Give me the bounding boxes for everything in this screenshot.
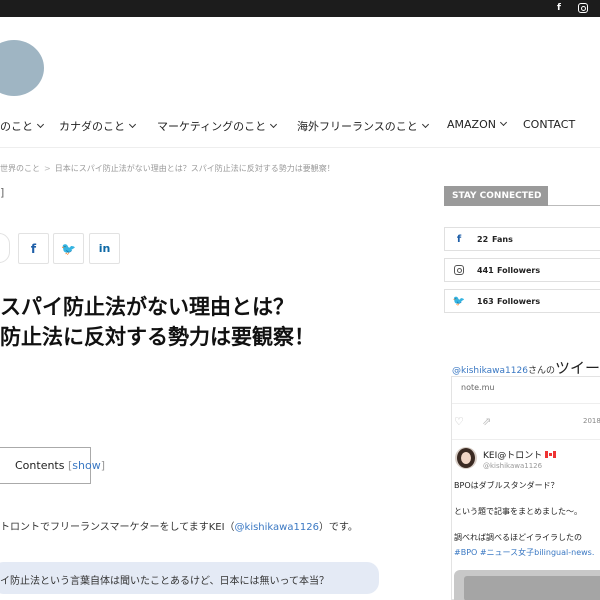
title-line-1: スパイ防止法がない理由とは？ xyxy=(0,295,294,319)
tweet-user-name[interactable]: KEI@トロント xyxy=(483,448,557,461)
chevron-down-icon xyxy=(499,118,508,127)
twitter-share-button[interactable]: 🐦 xyxy=(53,233,84,264)
nav-item-world[interactable]: のこと xyxy=(0,118,45,134)
heart-icon[interactable]: ♡ xyxy=(454,415,464,428)
twitter-timeline[interactable]: note.mu ♡ ⇗ 2018 KEI@トロント @kishikawa1126… xyxy=(451,376,600,600)
share-count-button[interactable] xyxy=(0,233,10,263)
breadcrumb-item[interactable]: 世界のこと xyxy=(0,164,40,173)
intro-text: トロントでフリーランスマーケターをしてますKEI（ xyxy=(0,522,235,533)
breadcrumb-current: 日本にスパイ防止法がない理由とは？スパイ防止法に反対する勢力は要観察！ xyxy=(54,164,335,173)
avatar[interactable] xyxy=(455,447,477,469)
facebook-fans-row[interactable]: f 22 Fans xyxy=(444,227,600,251)
chevron-down-icon xyxy=(128,120,137,129)
site-logo[interactable] xyxy=(0,40,44,96)
nav-item-label: マーケティングのこと xyxy=(157,120,267,133)
linkedin-icon: in xyxy=(98,242,111,255)
share-icon[interactable]: ⇗ xyxy=(482,415,491,428)
heading-rule xyxy=(548,205,600,206)
followers-label: Followers xyxy=(497,266,541,275)
speech-bubble-text: イ防止法という言葉自体は聞いたことあるけど、日本には無いって本当？ xyxy=(0,576,329,587)
intro-text-end: ）です。 xyxy=(318,522,358,533)
tweet-hashtags[interactable]: #BPO #ニュース女子bilingual-news. xyxy=(454,547,594,558)
tweet-line: BPOはダブルスタンダード？ xyxy=(454,481,559,490)
twitter-widget-handle[interactable]: @kishikawa1126 xyxy=(452,366,528,376)
main-nav: のこと カナダのこと マーケティングのこと 海外フリーランスのこと AMAZON… xyxy=(0,118,600,138)
chevron-down-icon xyxy=(270,120,278,129)
tweet-user-handle[interactable]: @kishikawa1126 xyxy=(483,462,542,470)
tweet-media-image[interactable] xyxy=(454,570,600,600)
tweet-divider xyxy=(452,439,600,440)
instagram-icon[interactable] xyxy=(577,2,589,14)
twitter-icon: 🐦 xyxy=(61,241,76,256)
speech-bubble: イ防止法という言葉自体は聞いたことあるけど、日本には無いって本当？ xyxy=(0,562,379,594)
twitter-followers-row[interactable]: 🐦 163 Followers xyxy=(444,289,600,313)
facebook-icon: f xyxy=(30,241,37,256)
table-of-contents: Contents [show] xyxy=(0,447,105,484)
facebook-icon[interactable]: f xyxy=(553,2,565,14)
chevron-down-icon xyxy=(36,120,45,129)
tweet-card-link[interactable]: note.mu xyxy=(461,383,494,392)
tweet-line: という題で記事をまとめました〜。 xyxy=(454,507,582,516)
nav-item-label: CONTACT xyxy=(523,118,576,131)
fans-count: 22 xyxy=(477,235,489,244)
fans-label: Fans xyxy=(492,235,513,244)
nav-item-label: のこと xyxy=(0,120,33,133)
followers-label: Followers xyxy=(497,297,541,306)
facebook-share-button[interactable]: f xyxy=(18,233,49,264)
nav-item-label: 海外フリーランスのこと xyxy=(297,120,418,133)
twitter-handle-link[interactable]: @kishikawa1126 xyxy=(235,522,319,533)
canada-flag-icon xyxy=(545,451,557,458)
twitter-count: 163 xyxy=(477,297,494,306)
nav-item-label: カナダのこと xyxy=(59,120,125,133)
linkedin-share-button[interactable]: in xyxy=(89,233,120,264)
toc-label: Contents xyxy=(15,459,65,472)
facebook-icon: f xyxy=(456,233,462,245)
nav-divider xyxy=(0,147,600,148)
instagram-followers-row[interactable]: 441 Followers xyxy=(444,258,600,282)
twitter-icon: 🐦 xyxy=(452,295,466,307)
twitter-widget-heading: ツイー xyxy=(554,359,600,377)
intro-paragraph: トロントでフリーランスマーケターをしてますKEI（@kishikawa1126）… xyxy=(0,518,358,533)
breadcrumb-separator: > xyxy=(44,164,51,173)
instagram-icon xyxy=(453,264,465,276)
breadcrumb: 世界のこと > 日本にスパイ防止法がない理由とは？スパイ防止法に反対する勢力は要観察… xyxy=(0,163,335,174)
category-fragment: ] xyxy=(0,186,5,199)
twitter-widget-suffix: さんの xyxy=(527,366,555,376)
tweet-line: 調べれば調べるほどイライラしたの xyxy=(454,533,582,542)
nav-item-marketing[interactable]: マーケティングのこと xyxy=(157,118,278,134)
nav-item-label: AMAZON xyxy=(447,118,496,131)
chevron-down-icon xyxy=(421,120,429,129)
title-line-2: 防止法に反対する勢力は要観察！ xyxy=(0,325,315,349)
tweet-date[interactable]: 2018 xyxy=(583,417,600,425)
article-title: スパイ防止法がない理由とは？ 防止法に反対する勢力は要観察！ xyxy=(0,292,315,352)
nav-item-amazon[interactable]: AMAZON xyxy=(447,118,508,131)
tweet-divider xyxy=(452,403,600,404)
twitter-widget-title: @kishikawa1126さんのツイー xyxy=(452,357,600,378)
nav-item-contact[interactable]: CONTACT xyxy=(523,118,575,131)
instagram-count: 441 xyxy=(477,266,494,275)
nav-item-freelance[interactable]: 海外フリーランスのこと xyxy=(297,118,429,134)
nav-item-canada[interactable]: カナダのこと xyxy=(59,118,137,134)
tweet-user-name-text: KEI@トロント xyxy=(483,451,543,461)
stay-connected-heading: STAY CONNECTED xyxy=(444,186,548,206)
top-bar: f xyxy=(0,0,600,17)
toc-show-toggle[interactable]: show xyxy=(72,459,100,472)
